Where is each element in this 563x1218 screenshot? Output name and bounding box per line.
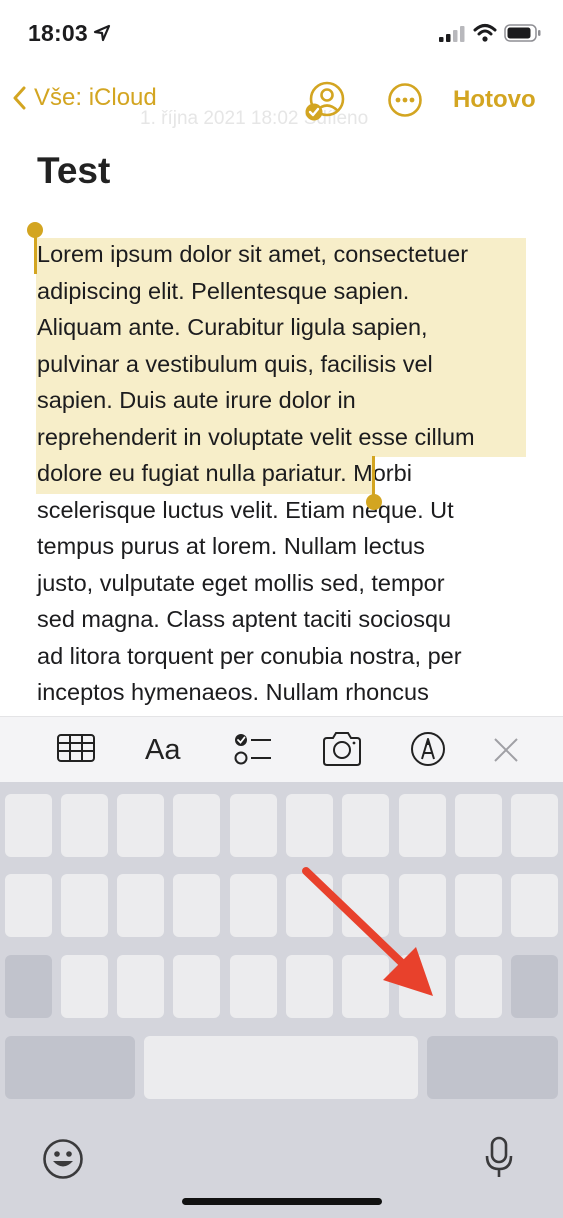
keyboard-key[interactable] (117, 955, 164, 1018)
return-key[interactable] (427, 1036, 558, 1099)
keyboard-key[interactable] (286, 955, 333, 1018)
keyboard-key[interactable] (173, 794, 220, 857)
keyboard-key[interactable] (455, 874, 502, 937)
cellular-signal-icon (439, 26, 465, 42)
keyboard-key[interactable] (230, 955, 277, 1018)
navigation-bar: Vše: iCloud 1. října 2021 18:02 Sdíleno … (0, 70, 563, 130)
chevron-left-icon (13, 86, 26, 110)
keyboard-key[interactable] (61, 794, 108, 857)
status-bar: 18:03 (0, 0, 563, 66)
battery-icon (504, 24, 541, 42)
keyboard-key[interactable] (286, 794, 333, 857)
share-person-icon[interactable] (303, 80, 345, 122)
keyboard-key[interactable] (173, 955, 220, 1018)
emoji-icon[interactable] (42, 1138, 84, 1180)
keyboard-key[interactable] (342, 874, 389, 937)
done-button[interactable]: Hotovo (453, 86, 536, 114)
markup-icon[interactable] (410, 731, 446, 767)
keyboard-key[interactable] (173, 874, 220, 937)
keyboard-key[interactable] (399, 794, 446, 857)
keyboard-key[interactable] (342, 955, 389, 1018)
formatting-toolbar: Aa (0, 716, 563, 783)
location-arrow-icon (93, 24, 111, 42)
delete-key[interactable] (511, 955, 558, 1018)
selection-start-caret (34, 232, 37, 274)
keyboard-key[interactable] (399, 874, 446, 937)
keyboard-key[interactable] (342, 794, 389, 857)
shift-key[interactable] (5, 955, 52, 1018)
selection-end-handle[interactable] (366, 494, 382, 510)
keyboard-key[interactable] (117, 874, 164, 937)
text-format-button[interactable]: Aa (145, 734, 180, 767)
wifi-icon (473, 24, 497, 42)
back-button[interactable]: Vše: iCloud (12, 84, 157, 112)
camera-icon[interactable] (321, 731, 363, 767)
keyboard-key[interactable] (511, 874, 558, 937)
keyboard-key[interactable] (399, 955, 446, 1018)
keyboard-key[interactable] (230, 794, 277, 857)
keyboard-key[interactable] (511, 794, 558, 857)
note-title: Test (37, 150, 111, 191)
selection-end-caret (372, 456, 375, 498)
space-key[interactable] (144, 1036, 418, 1099)
microphone-icon[interactable] (484, 1136, 514, 1180)
keyboard-key[interactable] (230, 874, 277, 937)
back-button-label: Vše: iCloud (34, 84, 157, 111)
status-time: 18:03 (28, 20, 88, 46)
numbers-key[interactable] (5, 1036, 135, 1099)
checklist-icon[interactable] (233, 731, 273, 767)
keyboard-key[interactable] (117, 794, 164, 857)
keyboard-key[interactable] (455, 955, 502, 1018)
close-icon[interactable] (493, 737, 519, 763)
table-icon[interactable] (56, 731, 96, 765)
more-options-icon[interactable] (387, 82, 423, 118)
keyboard-key[interactable] (61, 955, 108, 1018)
keyboard-key[interactable] (61, 874, 108, 937)
keyboard-key[interactable] (455, 794, 502, 857)
keyboard-key[interactable] (5, 874, 52, 937)
note-body[interactable]: Lorem ipsum dolor sit amet, consectetuer… (37, 236, 527, 711)
keyboard-key[interactable] (5, 794, 52, 857)
keyboard-key[interactable] (286, 874, 333, 937)
home-indicator (182, 1198, 382, 1205)
